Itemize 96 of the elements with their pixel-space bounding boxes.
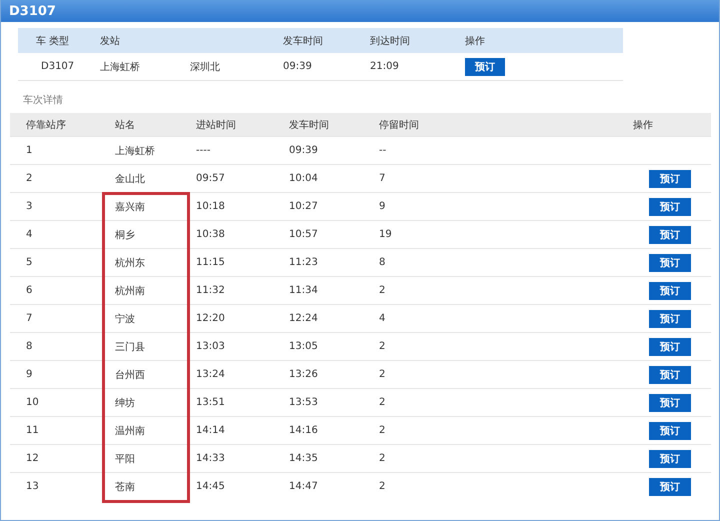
table-cell: 7 — [379, 173, 386, 184]
station-name: 杭州南 — [115, 286, 145, 296]
table-cell: 13:26 — [289, 369, 318, 380]
table-cell: 3 — [26, 201, 32, 212]
station-name: 绅坊 — [115, 398, 135, 408]
table-cell: 11:32 — [196, 285, 225, 296]
table-cell: 4 — [26, 229, 32, 240]
table-cell: 5 — [26, 257, 32, 268]
table-cell: 9 — [26, 369, 32, 380]
table-cell: 7 — [26, 313, 32, 324]
table-cell: 21:09 — [370, 61, 399, 72]
table-cell: 10:04 — [289, 173, 318, 184]
station-name: 桐乡 — [115, 230, 135, 240]
book-button[interactable]: 预订 — [649, 394, 691, 412]
table-cell: 10:57 — [289, 229, 318, 240]
column-header: 车 类型 — [36, 36, 70, 46]
table-cell: 13:51 — [196, 397, 225, 408]
column-header: 发站 — [100, 36, 120, 46]
table-cell: 12:20 — [196, 313, 225, 324]
table-cell: 2 — [379, 369, 386, 380]
book-button[interactable]: 预订 — [649, 254, 691, 272]
window-title: D3107 — [9, 4, 56, 18]
table-cell: 2 — [379, 481, 386, 492]
table-cell: 09:57 — [196, 173, 225, 184]
table-cell: 2 — [379, 425, 386, 436]
column-header: 发车时间 — [283, 36, 323, 46]
book-button[interactable]: 预订 — [649, 170, 691, 188]
station-name: 宁波 — [115, 314, 135, 324]
table-cell: 2 — [379, 341, 386, 352]
station-name: 嘉兴南 — [115, 202, 145, 212]
table-cell: 13:05 — [289, 341, 318, 352]
table-cell: 19 — [379, 229, 392, 240]
table-cell: 1 — [26, 145, 32, 156]
table-cell: 深圳北 — [190, 62, 220, 72]
station-name: 台州西 — [115, 370, 145, 380]
book-button[interactable]: 预订 — [649, 450, 691, 468]
book-button[interactable]: 预订 — [649, 310, 691, 328]
column-header: 到达时间 — [370, 36, 410, 46]
book-button[interactable]: 预订 — [649, 366, 691, 384]
station-name: 平阳 — [115, 454, 135, 464]
table-cell: 13:24 — [196, 369, 225, 380]
station-name: 杭州东 — [115, 258, 145, 268]
table-cell: D3107 — [41, 61, 74, 72]
table-cell: 12 — [26, 453, 39, 464]
table-cell: 09:39 — [289, 145, 318, 156]
table-cell: 10:27 — [289, 201, 318, 212]
table-cell: 11 — [26, 425, 39, 436]
table-cell: 13:53 — [289, 397, 318, 408]
table-cell: 13:03 — [196, 341, 225, 352]
book-button[interactable]: 预订 — [465, 58, 505, 76]
table-cell: 2 — [379, 397, 386, 408]
table-cell: 11:34 — [289, 285, 318, 296]
table-cell: 10:38 — [196, 229, 225, 240]
column-header: 操作 — [633, 120, 653, 130]
station-name: 上海虹桥 — [115, 146, 155, 156]
column-header: 停留时间 — [379, 120, 419, 130]
table-cell: 6 — [26, 285, 32, 296]
book-button[interactable]: 预订 — [649, 282, 691, 300]
section-label: 车次详情 — [23, 94, 63, 107]
station-name: 三门县 — [115, 342, 145, 352]
table-cell: 13 — [26, 481, 39, 492]
table-cell: 8 — [379, 257, 386, 268]
column-header: 停靠站序 — [26, 120, 66, 130]
table-cell: 11:15 — [196, 257, 225, 268]
table-cell: 14:16 — [289, 425, 318, 436]
table-cell: -- — [379, 145, 386, 156]
table-cell: 14:35 — [289, 453, 318, 464]
table-cell: 14:45 — [196, 481, 225, 492]
table-cell: 2 — [379, 285, 386, 296]
book-button[interactable]: 预订 — [649, 226, 691, 244]
table-cell: 12:24 — [289, 313, 318, 324]
book-button[interactable]: 预订 — [649, 422, 691, 440]
station-name: 苍南 — [115, 482, 135, 493]
table-cell: 10 — [26, 397, 39, 408]
column-header: 操作 — [465, 36, 485, 46]
table-cell: 10:18 — [196, 201, 225, 212]
table-cell: 4 — [379, 313, 386, 324]
column-header: 发车时间 — [289, 120, 329, 130]
table-cell: 14:14 — [196, 425, 225, 436]
column-header: 进站时间 — [196, 120, 236, 130]
station-name: 温州南 — [115, 426, 145, 436]
table-cell: 2 — [379, 453, 386, 464]
table-cell: 8 — [26, 341, 32, 352]
book-button[interactable]: 预订 — [649, 338, 691, 356]
book-button[interactable]: 预订 — [649, 478, 691, 496]
station-name: 金山北 — [115, 174, 145, 184]
book-button[interactable]: 预订 — [649, 198, 691, 216]
table-cell: 9 — [379, 201, 386, 212]
table-cell: ---- — [196, 145, 210, 156]
table-cell: 上海虹桥 — [100, 62, 140, 72]
table-cell: 2 — [26, 173, 32, 184]
table-cell: 14:33 — [196, 453, 225, 464]
table-cell: 09:39 — [283, 61, 312, 72]
table-cell: 14:47 — [289, 481, 318, 492]
table-cell: 11:23 — [289, 257, 318, 268]
column-header: 站名 — [115, 120, 135, 130]
